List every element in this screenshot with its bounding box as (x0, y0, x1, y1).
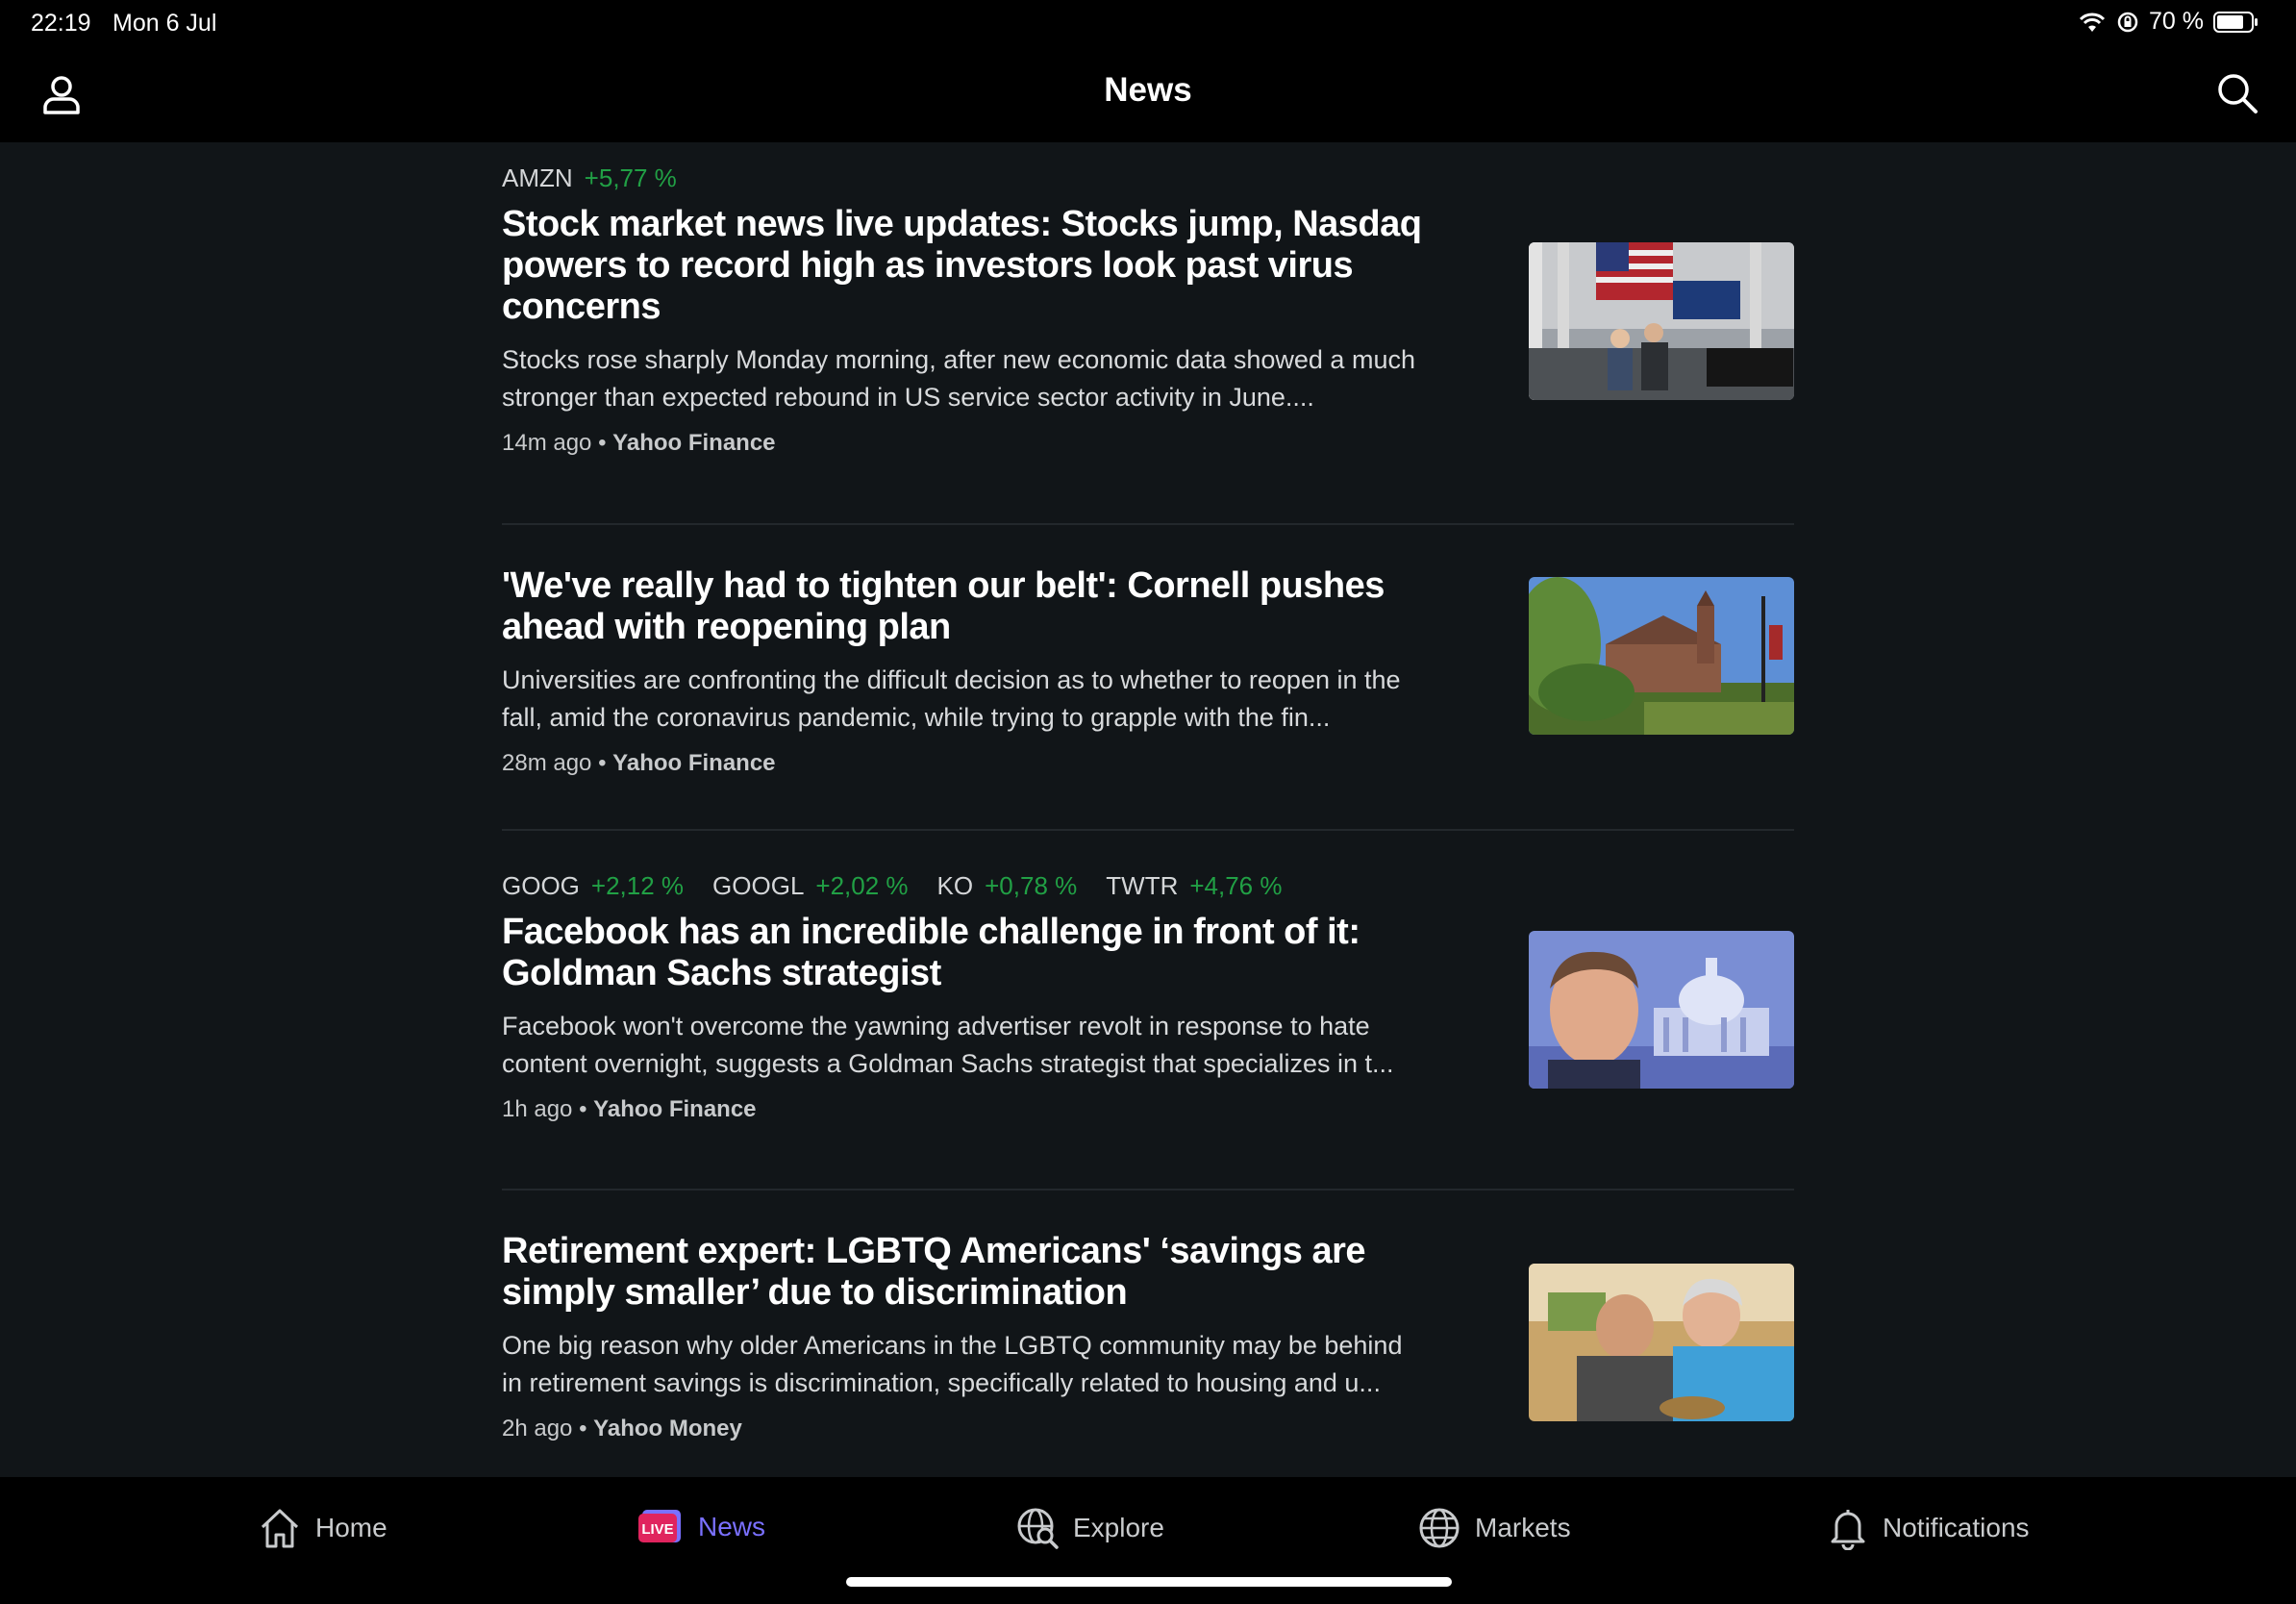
article-source: Yahoo Finance (612, 430, 776, 456)
status-bar: 22:19 Mon 6 Jul 70 % (0, 0, 2296, 46)
battery-icon (2213, 11, 2258, 33)
tab-notifications[interactable]: Notifications (1827, 1506, 2030, 1550)
news-article[interactable]: Retirement expert: LGBTQ Americans' ‘sav… (502, 1231, 1794, 1442)
ticker-chip[interactable]: GOOG +2,12 % (502, 871, 684, 900)
home-indicator[interactable] (846, 1577, 1452, 1587)
ticker-symbol: GOOG (502, 871, 580, 900)
markets-globe-icon (1419, 1508, 1460, 1548)
article-source: Yahoo Finance (612, 750, 776, 776)
news-article[interactable]: 'We've really had to tighten our belt': … (502, 565, 1794, 777)
article-time: 28m ago (502, 750, 592, 776)
nav-bar: News (0, 46, 2296, 142)
tab-news-label: News (698, 1512, 766, 1541)
campus-image (1529, 577, 1794, 735)
article-meta: 14m ago • Yahoo Finance (502, 430, 776, 456)
news-feed[interactable]: AMZN +5,77 % Stock market news live updat… (0, 142, 2296, 1477)
tab-explore[interactable]: Explore (1015, 1506, 1164, 1550)
article-summary: Facebook won't overcome the yawning adve… (502, 1012, 1394, 1078)
tab-bar: Home LIVE News Explore Markets Notificat… (0, 1477, 2296, 1604)
tab-home-label: Home (315, 1513, 387, 1542)
news-article[interactable]: GOOG +2,12 % GOOGL +2,02 % KO +0,78 % TWTR +… (502, 871, 1794, 1123)
article-headline[interactable]: Facebook has an incredible challenge in … (502, 912, 1425, 994)
ticker-symbol: KO (936, 871, 974, 900)
wifi-icon (2079, 13, 2106, 32)
article-time: 1h ago (502, 1096, 573, 1122)
live-news-icon: LIVE (638, 1510, 681, 1542)
search-icon[interactable] (2215, 71, 2259, 115)
ticker-change: +2,02 % (815, 871, 909, 900)
battery-percentage: 70 % (2149, 8, 2204, 35)
ticker-list: GOOG +2,12 % GOOGL +2,02 % KO +0,78 % TWTR +… (502, 871, 1794, 900)
home-icon (261, 1509, 299, 1548)
article-time: 2h ago (502, 1416, 573, 1441)
ticker-symbol: AMZN (502, 163, 573, 192)
divider (502, 829, 1794, 831)
article-meta: 28m ago • Yahoo Finance (502, 750, 776, 776)
news-article[interactable]: AMZN +5,77 % Stock market news live updat… (502, 163, 1794, 457)
portrait-capitol-image (1529, 931, 1794, 1089)
article-meta: 1h ago • Yahoo Finance (502, 1096, 757, 1122)
article-summary: One big reason why older Americans in th… (502, 1331, 1403, 1397)
page-title: News (1104, 71, 1192, 109)
article-headline[interactable]: 'We've really had to tighten our belt': … (502, 565, 1425, 648)
tab-home[interactable]: Home (258, 1506, 387, 1550)
article-source: Yahoo Money (593, 1416, 742, 1441)
ticker-symbol: GOOGL (712, 871, 805, 900)
tab-markets[interactable]: Markets (1417, 1506, 1571, 1550)
bell-icon (1831, 1510, 1865, 1550)
explore-globe-icon (1017, 1508, 1059, 1549)
ticker-chip[interactable]: AMZN +5,77 % (502, 163, 677, 192)
ticker-list: AMZN +5,77 % (502, 163, 1794, 192)
article-source: Yahoo Finance (593, 1096, 757, 1122)
divider (502, 523, 1794, 525)
tab-notifications-label: Notifications (1883, 1513, 2030, 1542)
ticker-change: +5,77 % (584, 163, 677, 192)
ticker-chip[interactable]: GOOGL +2,02 % (712, 871, 909, 900)
article-headline[interactable]: Stock market news live updates: Stocks j… (502, 204, 1425, 328)
article-thumbnail[interactable] (1529, 931, 1794, 1089)
status-indicators: 70 % (2078, 8, 2259, 36)
article-thumbnail[interactable] (1529, 242, 1794, 400)
article-headline[interactable]: Retirement expert: LGBTQ Americans' ‘sav… (502, 1231, 1425, 1314)
article-time: 14m ago (502, 430, 592, 456)
tab-news[interactable]: LIVE News (636, 1506, 765, 1548)
tab-markets-label: Markets (1475, 1513, 1571, 1542)
article-thumbnail[interactable] (1529, 577, 1794, 735)
orientation-lock-icon (2117, 12, 2138, 32)
article-summary: Stocks rose sharply Monday morning, afte… (502, 345, 1415, 412)
status-time: 22:19 (31, 10, 91, 37)
tab-explore-label: Explore (1073, 1513, 1164, 1542)
ticker-chip[interactable]: KO +0,78 % (937, 871, 1078, 900)
ticker-chip[interactable]: TWTR +4,76 % (1106, 871, 1282, 900)
live-badge: LIVE (641, 1521, 673, 1538)
status-date: Mon 6 Jul (112, 10, 217, 37)
couple-kitchen-image (1529, 1264, 1794, 1421)
ticker-change: +4,76 % (1189, 871, 1283, 900)
article-thumbnail[interactable] (1529, 1264, 1794, 1421)
ticker-symbol: TWTR (1106, 871, 1179, 900)
divider (502, 1189, 1794, 1190)
stock-exchange-image (1529, 242, 1794, 400)
ticker-change: +0,78 % (985, 871, 1078, 900)
ticker-change: +2,12 % (590, 871, 685, 900)
article-summary: Universities are confronting the difficu… (502, 665, 1401, 732)
